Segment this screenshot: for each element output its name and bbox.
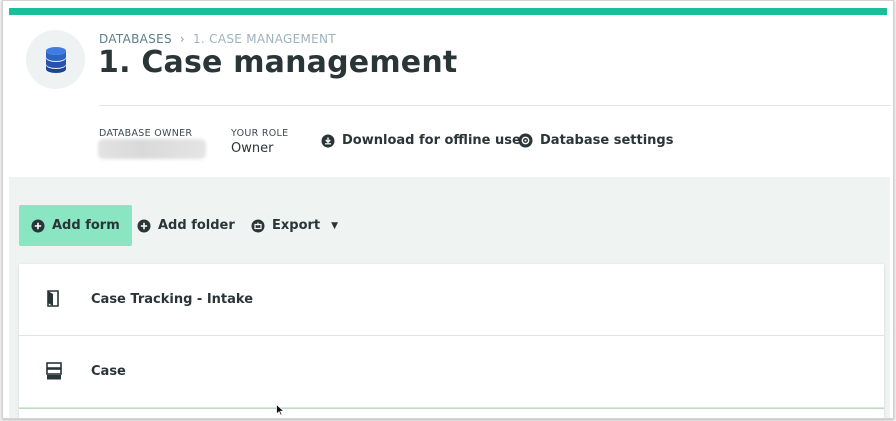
- download-offline-label: Download for offline use: [342, 133, 521, 148]
- form-icon: [47, 290, 59, 307]
- your-role-value: Owner: [231, 141, 274, 156]
- mouse-cursor-icon: [276, 404, 285, 416]
- export-icon: [251, 219, 265, 232]
- gear-icon: [518, 133, 533, 148]
- app-window: DATABASES › 1. CASE MANAGEMENT 1. Case m…: [2, 0, 894, 419]
- list-item[interactable]: Case: [19, 336, 884, 408]
- list-item[interactable]: Case Tracking - Intake: [19, 264, 884, 336]
- add-form-button[interactable]: Add form: [19, 205, 132, 246]
- plus-circle-icon: [31, 219, 45, 232]
- page-title: 1. Case management: [98, 45, 458, 80]
- breadcrumb-databases[interactable]: DATABASES: [99, 32, 172, 46]
- add-form-label: Add form: [52, 218, 120, 233]
- breadcrumb-current: 1. CASE MANAGEMENT: [192, 32, 336, 46]
- breadcrumb-separator: ›: [179, 32, 185, 46]
- list-item[interactable]: [19, 408, 884, 418]
- plus-circle-icon: [137, 219, 151, 232]
- add-folder-button[interactable]: Add folder: [137, 205, 235, 246]
- subform-icon: [46, 362, 62, 380]
- database-owner-value-redacted: [98, 139, 206, 159]
- list-item-label: Case Tracking - Intake: [91, 292, 254, 307]
- database-avatar: [26, 30, 85, 89]
- download-offline-button[interactable]: Download for offline use: [321, 133, 521, 148]
- download-icon: [321, 134, 335, 147]
- caret-down-icon: ▼: [331, 220, 339, 231]
- database-content-area: Add form Add folder Export ▼ Case Tracki…: [9, 177, 890, 418]
- accent-bar: [9, 8, 887, 15]
- list-item-label: Case: [91, 364, 126, 379]
- database-settings-button[interactable]: Database settings: [518, 133, 673, 148]
- add-folder-label: Add folder: [158, 218, 235, 233]
- export-dropdown-button[interactable]: Export ▼: [251, 205, 338, 246]
- breadcrumb: DATABASES › 1. CASE MANAGEMENT: [99, 32, 336, 46]
- database-owner-label: DATABASE OWNER: [99, 128, 193, 139]
- database-icon: [45, 46, 66, 73]
- divider: [99, 105, 891, 106]
- your-role-label: YOUR ROLE: [231, 128, 289, 139]
- form-list: Case Tracking - Intake Case: [19, 264, 884, 418]
- database-settings-label: Database settings: [540, 133, 674, 148]
- export-label: Export: [272, 218, 321, 233]
